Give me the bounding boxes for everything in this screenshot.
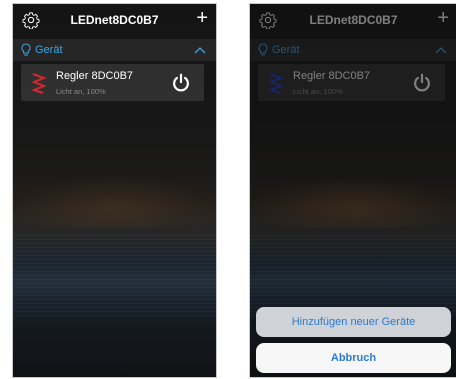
power-icon[interactable]	[170, 72, 192, 94]
app-screen-right: LEDnet8DC0B7 + Gerät Regler 8DC0B7 Licht…	[249, 3, 456, 378]
device-status: Licht an, 100%	[56, 87, 106, 96]
led-strip-icon	[31, 73, 47, 94]
page-title: LEDnet8DC0B7	[70, 13, 159, 27]
app-screen-left: LEDnet8DC0B7 + Gerät Regler 8DC0B7 Licht…	[12, 3, 217, 378]
device-group-header[interactable]: Gerät	[13, 39, 216, 61]
device-row[interactable]: Regler 8DC0B7 Licht an, 100%	[21, 64, 204, 101]
device-name: Regler 8DC0B7	[56, 70, 134, 82]
chevron-up-icon[interactable]	[194, 45, 206, 55]
top-bar: LEDnet8DC0B7 +	[13, 4, 216, 36]
add-button[interactable]: +	[196, 8, 208, 28]
lightbulb-icon	[21, 43, 31, 56]
section-label: Gerät	[35, 44, 63, 56]
add-new-devices-button[interactable]: Hinzufügen neuer Geräte	[256, 307, 451, 337]
cancel-button[interactable]: Abbruch	[256, 343, 451, 373]
